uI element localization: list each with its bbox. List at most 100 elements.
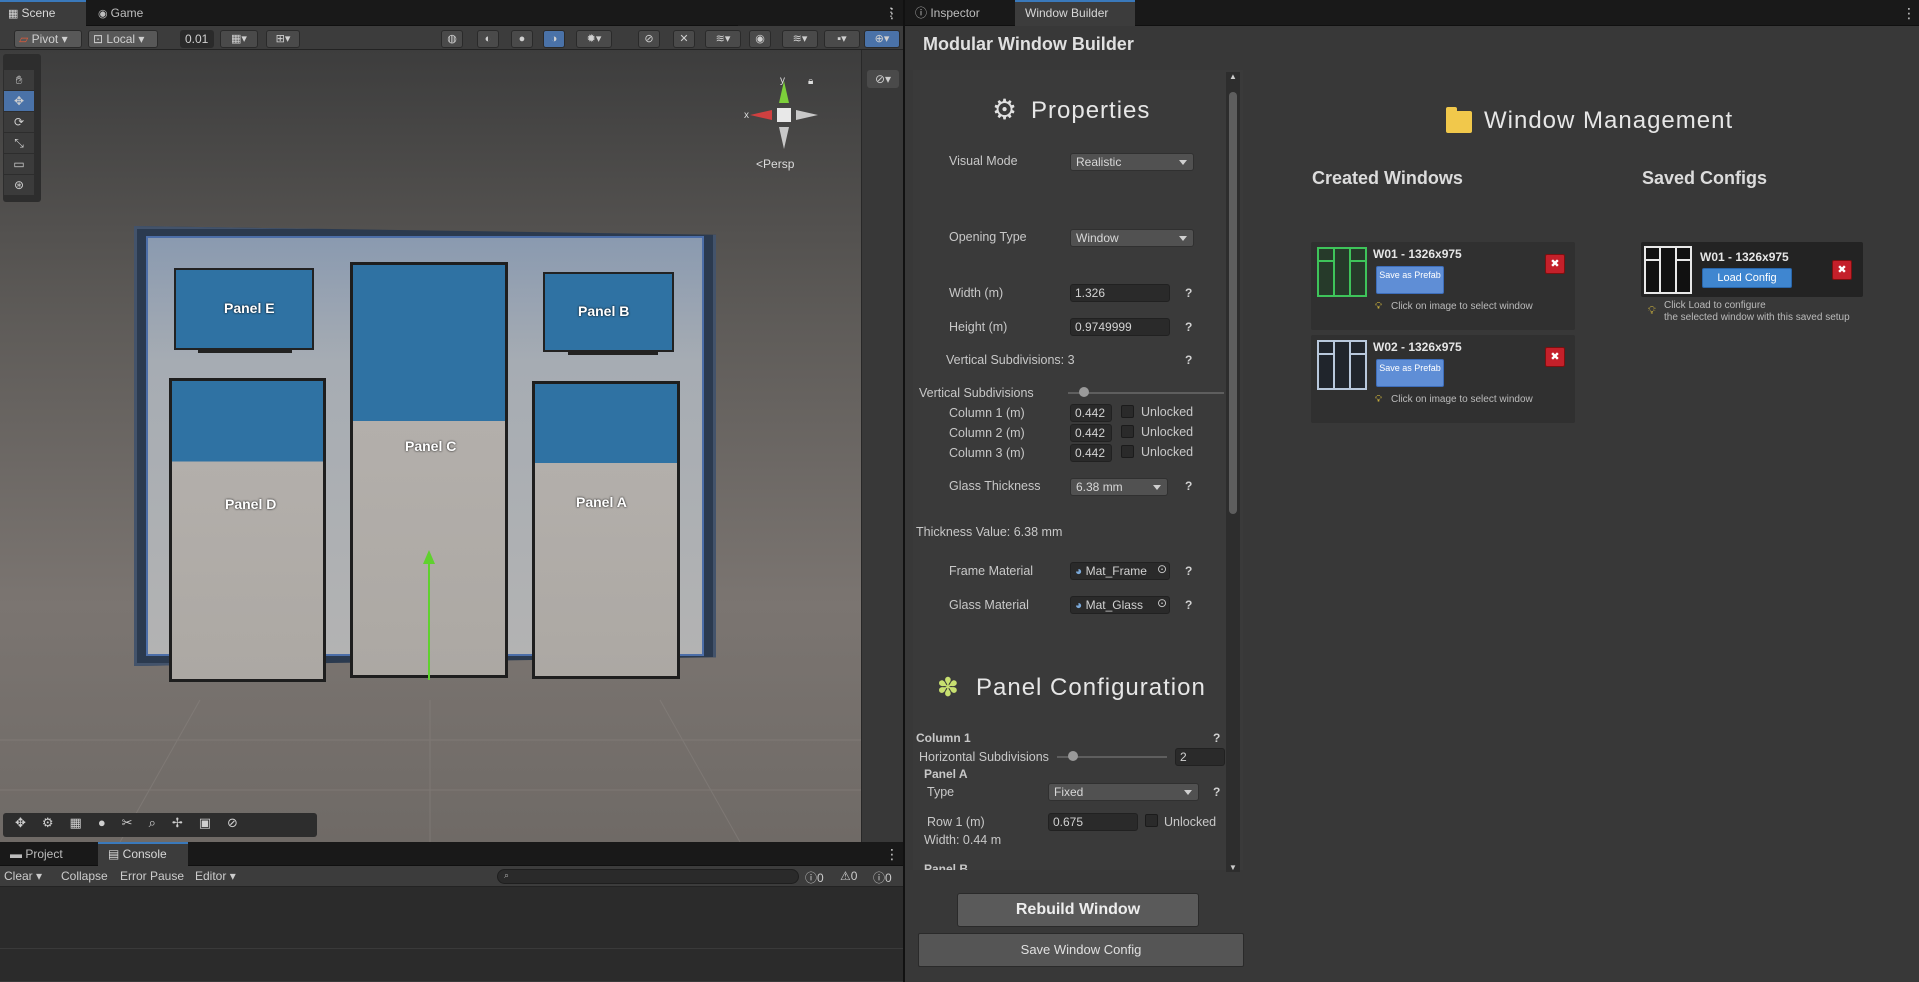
local-dropdown[interactable]: ⊡ Local ▾ bbox=[88, 30, 158, 48]
tab-inspector[interactable]: ⓘ Inspector bbox=[905, 0, 1015, 26]
lock-icon[interactable]: 🔒︎ bbox=[808, 76, 813, 87]
vsub-slider-track[interactable] bbox=[1068, 392, 1224, 394]
scrollbar[interactable]: ▲ ▼ bbox=[1226, 72, 1240, 872]
column-input[interactable]: 0.442 bbox=[1070, 424, 1112, 442]
saved-thumbnail[interactable] bbox=[1644, 246, 1692, 294]
load-config-button[interactable]: Load Config bbox=[1702, 268, 1792, 288]
scroll-thumb[interactable] bbox=[1229, 92, 1237, 514]
row1-input[interactable]: 0.675 bbox=[1048, 813, 1138, 831]
width-help[interactable]: ? bbox=[1185, 286, 1192, 300]
opening-type-dropdown[interactable]: Window bbox=[1070, 229, 1194, 247]
shaded-icon[interactable]: ◐ bbox=[477, 30, 499, 48]
glass-picker-icon[interactable]: ⊙ bbox=[1157, 596, 1167, 610]
scene-viewport[interactable]: Panel E Panel B Panel C Panel D Panel A … bbox=[0, 50, 861, 842]
type-dropdown[interactable]: Fixed bbox=[1048, 783, 1199, 801]
glass-material-help[interactable]: ? bbox=[1185, 598, 1192, 612]
column-label: Column 1 (m) bbox=[949, 406, 1025, 420]
vsub-slider-handle[interactable] bbox=[1079, 387, 1089, 397]
window-name: W02 - 1326x975 bbox=[1373, 340, 1462, 354]
frame-material-field[interactable]: ◕ Mat_Frame bbox=[1070, 562, 1170, 580]
layers-icon[interactable]: ≋▾ bbox=[705, 30, 741, 48]
save-prefab-button[interactable]: Save as Prefab bbox=[1376, 266, 1444, 294]
column-lock-checkbox[interactable] bbox=[1121, 445, 1134, 458]
row1-lock-checkbox[interactable] bbox=[1145, 814, 1158, 827]
pivot-dropdown[interactable]: ▱ Pivot ▾ bbox=[14, 30, 82, 48]
rotate-tool-icon[interactable]: ⟳ bbox=[4, 112, 34, 132]
unlit-icon[interactable]: ● bbox=[511, 30, 533, 48]
move-gizmo[interactable] bbox=[330, 550, 470, 680]
move-tool-icon[interactable]: ✥ bbox=[4, 91, 34, 111]
column-input[interactable]: 0.442 bbox=[1070, 404, 1112, 422]
tab-game[interactable]: ◉ Game bbox=[88, 0, 168, 26]
save-prefab-button[interactable]: Save as Prefab bbox=[1376, 359, 1444, 387]
panel-a-header: Panel A bbox=[924, 767, 968, 781]
window-thumbnail[interactable] bbox=[1317, 247, 1367, 297]
hsub-input[interactable]: 2 bbox=[1175, 748, 1225, 766]
sorting-icon[interactable]: ≋▾ bbox=[782, 30, 818, 48]
scale-tool-icon[interactable]: ⤡ bbox=[4, 133, 34, 153]
frame-material-help[interactable]: ? bbox=[1185, 564, 1192, 578]
glass-panel-a[interactable] bbox=[532, 381, 680, 679]
save-window-config-button[interactable]: Save Window Config bbox=[918, 933, 1244, 967]
hsub-slider-handle[interactable] bbox=[1068, 751, 1078, 761]
editor-dropdown[interactable]: Editor ▾ bbox=[195, 869, 236, 883]
vsub-info: Vertical Subdivisions: 3 bbox=[946, 353, 1075, 367]
draw-mode-icon[interactable]: ◍ bbox=[441, 30, 463, 48]
camera-icon[interactable]: ▪▾ bbox=[824, 30, 860, 48]
tab-scene[interactable]: ▦ Scene bbox=[0, 0, 86, 26]
transform-tool-icon[interactable]: ⊛ bbox=[4, 175, 34, 195]
lighting-icon[interactable]: ◑ bbox=[543, 30, 565, 48]
orientation-gizmo[interactable] bbox=[744, 75, 824, 155]
builder-more-icon[interactable]: ⋮ bbox=[1902, 5, 1916, 22]
log-count[interactable]: ⓘ0 bbox=[805, 869, 824, 886]
console-search-input[interactable]: ⌕ bbox=[497, 869, 799, 884]
fx-icon[interactable]: ✕ bbox=[673, 30, 695, 48]
delete-saved-config-button[interactable]: ✖ bbox=[1832, 260, 1852, 280]
type-help[interactable]: ? bbox=[1213, 785, 1220, 799]
glass-material-field[interactable]: ◕ Mat_Glass bbox=[1070, 596, 1170, 614]
grid-visibility-icon[interactable]: ⊞▾ bbox=[266, 30, 300, 48]
warn-count[interactable]: ⚠0 bbox=[840, 869, 857, 883]
height-input[interactable]: 0.9749999 bbox=[1070, 318, 1170, 336]
collapse-button[interactable]: Collapse bbox=[61, 869, 108, 883]
window-thumbnail[interactable] bbox=[1317, 340, 1367, 390]
width-input[interactable]: 1.326 bbox=[1070, 284, 1170, 302]
visibility-icon[interactable]: ◉ bbox=[749, 30, 771, 48]
audio-off-icon[interactable]: ⊘ bbox=[638, 30, 660, 48]
rect-tool-icon[interactable]: ▭ bbox=[4, 154, 34, 174]
perspective-toggle[interactable]: <Persp bbox=[756, 157, 794, 171]
tab-console[interactable]: ▤ Console bbox=[98, 842, 188, 866]
error-count[interactable]: ⓘ0 bbox=[873, 869, 892, 886]
glass-panel-d[interactable] bbox=[169, 378, 326, 682]
column-lock-checkbox[interactable] bbox=[1121, 405, 1134, 418]
scroll-down-icon[interactable]: ▼ bbox=[1226, 863, 1240, 872]
debug-icon[interactable]: ✹▾ bbox=[576, 30, 612, 48]
visual-mode-dropdown[interactable]: Realistic bbox=[1070, 153, 1194, 171]
scroll-up-icon[interactable]: ▲ bbox=[1226, 72, 1240, 81]
delete-window-button[interactable]: ✖ bbox=[1545, 347, 1565, 367]
delete-window-button[interactable]: ✖ bbox=[1545, 254, 1565, 274]
error-pause-button[interactable]: Error Pause bbox=[120, 869, 184, 883]
vsub-help[interactable]: ? bbox=[1185, 353, 1192, 367]
scene-more-icon[interactable]: ⋮ bbox=[885, 5, 899, 22]
clear-button[interactable]: Clear ▾ bbox=[4, 869, 42, 883]
grid-snap-icon[interactable]: ▦▾ bbox=[220, 30, 258, 48]
glass-thickness-dropdown[interactable]: 6.38 mm bbox=[1070, 478, 1168, 496]
column-input[interactable]: 0.442 bbox=[1070, 444, 1112, 462]
navigation-icon[interactable]: ⊘▾ bbox=[867, 70, 899, 88]
glass-thickness-help[interactable]: ? bbox=[1185, 479, 1192, 493]
column-lock-checkbox[interactable] bbox=[1121, 425, 1134, 438]
console-log-area[interactable] bbox=[0, 887, 903, 982]
column1-help[interactable]: ? bbox=[1213, 731, 1220, 745]
tab-project[interactable]: ▬ Project bbox=[0, 842, 96, 866]
hand-tool-icon[interactable]: ✋︎ bbox=[4, 70, 34, 90]
info-icon: ⓘ bbox=[805, 871, 818, 885]
frame-picker-icon[interactable]: ⊙ bbox=[1157, 562, 1167, 576]
rebuild-window-button[interactable]: Rebuild Window bbox=[957, 893, 1199, 927]
gizmos-icon[interactable]: ⊕▾ bbox=[864, 30, 900, 48]
console-more-icon[interactable]: ⋮ bbox=[885, 846, 899, 863]
vsub-slider-label: Vertical Subdivisions bbox=[919, 386, 1034, 400]
height-help[interactable]: ? bbox=[1185, 320, 1192, 334]
tab-window-builder[interactable]: Window Builder bbox=[1015, 0, 1135, 26]
snap-increment-field[interactable]: 0.01 bbox=[180, 30, 214, 48]
